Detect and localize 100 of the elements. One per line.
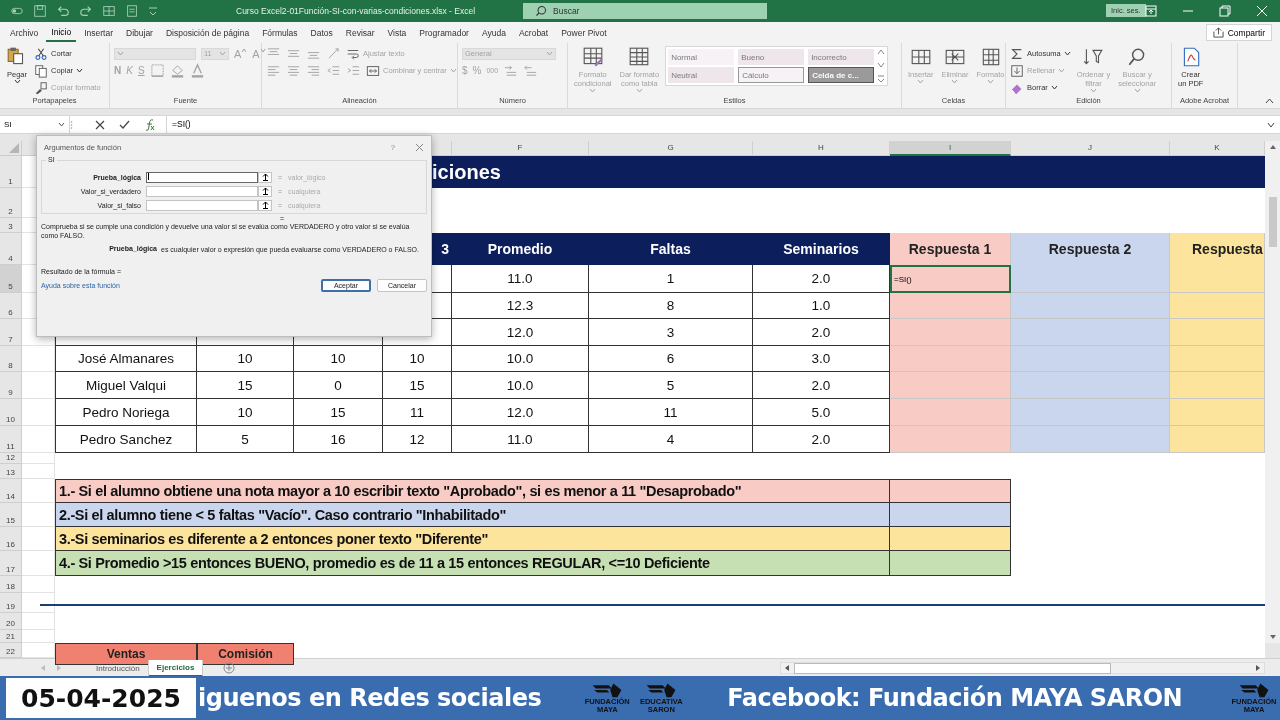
- row-header[interactable]: 18: [0, 576, 22, 593]
- ribbon-display-icon[interactable]: [1145, 5, 1157, 17]
- ribbon-tab[interactable]: Disposición de página: [160, 23, 255, 42]
- ribbon-tab[interactable]: Programador: [414, 23, 474, 42]
- header-cell: Respuesta 1: [890, 233, 1011, 265]
- row-header[interactable]: 11: [0, 426, 22, 453]
- cell-style[interactable]: Incorrecto: [808, 49, 875, 65]
- search-field[interactable]: Buscar: [523, 3, 767, 19]
- row-header[interactable]: 16: [0, 527, 22, 551]
- ribbon-tab[interactable]: Ayuda: [476, 23, 511, 42]
- answer-cell[interactable]: =SI(): [890, 265, 1011, 293]
- ribbon-tab[interactable]: Vista: [382, 23, 412, 42]
- column-header[interactable]: J: [1011, 141, 1170, 156]
- form-icon[interactable]: [125, 4, 139, 18]
- ribbon-tab[interactable]: Datos: [305, 23, 338, 42]
- row-header[interactable]: 15: [0, 503, 22, 527]
- cell-style[interactable]: Cálculo: [738, 67, 805, 83]
- caret-icon: [987, 79, 994, 84]
- caret-icon: [13, 79, 21, 84]
- collapse-dialog-button[interactable]: [258, 171, 272, 183]
- cancel-icon[interactable]: [95, 119, 105, 130]
- next-sheet-icon[interactable]: [56, 664, 62, 672]
- scroll-left-icon[interactable]: [784, 664, 790, 672]
- customize-caret-icon[interactable]: [148, 4, 158, 18]
- row-header[interactable]: 8: [0, 346, 22, 372]
- table-cell: 10: [294, 346, 383, 372]
- scrollbar-thumb[interactable]: [794, 662, 1111, 674]
- answer-cell[interactable]: [890, 527, 1011, 551]
- redo-icon[interactable]: [79, 4, 93, 18]
- expand-icon[interactable]: [1267, 121, 1275, 128]
- row-header[interactable]: 12: [0, 453, 22, 464]
- check-icon[interactable]: [119, 119, 130, 130]
- add-sheet-icon[interactable]: [223, 662, 236, 674]
- column-header[interactable]: H: [753, 141, 890, 156]
- column-header[interactable]: K: [1170, 141, 1265, 156]
- ribbon-tab[interactable]: Acrobat: [513, 23, 554, 42]
- argument-field[interactable]: [146, 171, 258, 183]
- collapse-dialog-button[interactable]: [258, 199, 272, 211]
- table-icon[interactable]: [102, 4, 116, 18]
- cell-style[interactable]: Neutral: [668, 67, 735, 83]
- column-header[interactable]: G: [589, 141, 753, 156]
- scroll-up-icon[interactable]: [1268, 144, 1277, 150]
- vertical-scrollbar[interactable]: [1265, 141, 1280, 643]
- scrollbar-thumb[interactable]: [1268, 197, 1277, 247]
- table-cell: 5: [197, 426, 294, 453]
- caret-icon: [241, 47, 248, 53]
- undo-icon[interactable]: [56, 4, 70, 18]
- banner-text: Facebook: Fundación MAYA SARON: [727, 684, 1183, 712]
- row-header[interactable]: 2: [0, 188, 22, 218]
- scroll-down-icon[interactable]: [877, 62, 886, 68]
- column-header[interactable]: I: [890, 141, 1011, 156]
- save-icon[interactable]: [33, 4, 47, 18]
- previous-sheet-icon[interactable]: [40, 664, 46, 672]
- scroll-right-icon[interactable]: [1255, 664, 1261, 672]
- row-header[interactable]: 1: [0, 156, 22, 188]
- answer-cell[interactable]: [890, 479, 1011, 503]
- ribbon-tab[interactable]: Power Pivot: [556, 23, 612, 42]
- row-header[interactable]: 22: [0, 643, 22, 658]
- row-header[interactable]: 19: [0, 593, 22, 613]
- scroll-up-icon[interactable]: [877, 49, 886, 55]
- ribbon-tab[interactable]: Archivo: [5, 23, 44, 42]
- horizontal-scrollbar[interactable]: [780, 662, 1265, 674]
- row-header[interactable]: 20: [0, 613, 22, 630]
- row-header[interactable]: 17: [0, 551, 22, 576]
- row-header[interactable]: 9: [0, 372, 22, 399]
- function-icon[interactable]: [144, 118, 156, 131]
- scroll-down-icon[interactable]: [1268, 634, 1277, 640]
- ribbon-tab[interactable]: Insertar: [79, 23, 118, 42]
- row-header[interactable]: 13: [0, 464, 22, 479]
- more-icon[interactable]: [877, 75, 886, 83]
- row-header[interactable]: 14: [0, 479, 22, 503]
- cell-style[interactable]: Bueno: [738, 49, 805, 65]
- select-all-button[interactable]: [0, 141, 22, 156]
- scissors-icon: [34, 46, 48, 61]
- ribbon-tab[interactable]: Inicio: [46, 23, 77, 42]
- window-title: Curso Excel2-01Función-SI-con-varias-condiciones.xlsx - Excel: [236, 6, 476, 16]
- ribbon-tab[interactable]: Revisar: [340, 23, 380, 42]
- row-header[interactable]: 4: [0, 233, 22, 265]
- collapse-icon[interactable]: [1265, 98, 1274, 104]
- ribbon-tab[interactable]: Dibujar: [121, 23, 158, 42]
- row-header[interactable]: 3: [0, 218, 22, 233]
- share-button[interactable]: Compartir: [1205, 24, 1272, 41]
- row-header[interactable]: 6: [0, 293, 22, 319]
- row-header[interactable]: 21: [0, 630, 22, 643]
- close-icon[interactable]: [415, 142, 424, 152]
- instruction-cell: 2.-Si el alumno tiene < 5 faltas "Vacío". Caso contrario "Inhabilitado": [55, 503, 890, 527]
- argument-field[interactable]: [146, 185, 258, 197]
- answer-cell[interactable]: [890, 503, 1011, 527]
- cell-style[interactable]: Normal: [668, 49, 735, 65]
- formula-field[interactable]: =SI(): [167, 116, 1267, 133]
- collapse-dialog-button[interactable]: [258, 185, 272, 197]
- row-header[interactable]: 7: [0, 319, 22, 346]
- row-header[interactable]: 10: [0, 399, 22, 426]
- column-header[interactable]: F: [452, 141, 589, 156]
- argument-field[interactable]: [146, 199, 258, 211]
- table-cell: 3: [589, 319, 753, 346]
- row-header[interactable]: 5: [0, 265, 22, 293]
- ribbon-tab[interactable]: Fórmulas: [257, 23, 303, 42]
- restore-icon[interactable]: [1219, 5, 1231, 17]
- answer-cell[interactable]: [890, 551, 1011, 576]
